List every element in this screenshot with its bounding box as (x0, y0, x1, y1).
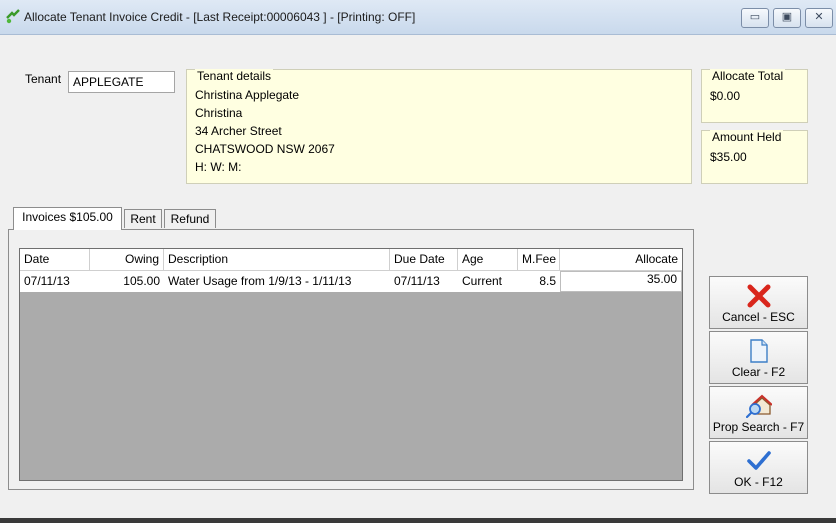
col-mfee[interactable]: M.Fee (518, 249, 560, 270)
table-row[interactable]: 07/11/13 105.00 Water Usage from 1/9/13 … (20, 271, 682, 292)
cell-age: Current (462, 274, 503, 288)
allocate-total-title: Allocate Total (710, 69, 786, 83)
grid-header: Date Owing Description Due Date Age M.Fe… (20, 249, 682, 271)
tenant-street: 34 Archer Street (195, 124, 282, 138)
col-due-date[interactable]: Due Date (390, 249, 458, 270)
cell-due-date: 07/11/13 (394, 274, 440, 288)
col-allocate[interactable]: Allocate (560, 249, 682, 270)
tenant-full-name: Christina Applegate (195, 88, 300, 102)
amount-held-title: Amount Held (710, 130, 784, 144)
tenant-suburb: CHATSWOOD NSW 2067 (195, 142, 335, 156)
col-owing[interactable]: Owing (90, 249, 164, 270)
tenant-label: Tenant (25, 72, 62, 86)
tenant-first-name: Christina (195, 106, 243, 120)
tenant-phones: H: W: M: (195, 160, 242, 174)
blank-document-icon (749, 339, 768, 363)
house-search-icon (745, 394, 772, 418)
col-description[interactable]: Description (164, 249, 390, 270)
tab-rent[interactable]: Rent (124, 209, 162, 228)
maximize-button[interactable]: ▣ (773, 8, 801, 28)
app-icon (6, 9, 20, 24)
cell-owing: 105.00 (123, 274, 160, 288)
tab-refund[interactable]: Refund (164, 209, 216, 228)
amount-held-panel: Amount Held $35.00 (701, 130, 808, 184)
col-date[interactable]: Date (20, 249, 90, 270)
allocate-total-value: $0.00 (710, 89, 741, 103)
window-title: Allocate Tenant Invoice Credit - [Last R… (24, 10, 416, 24)
tenant-details-title: Tenant details (195, 69, 274, 83)
prop-search-button-label: Prop Search - F7 (712, 420, 805, 434)
col-age[interactable]: Age (458, 249, 518, 270)
allocate-total-panel: Allocate Total $0.00 (701, 69, 808, 123)
close-button[interactable]: ✕ (805, 8, 833, 28)
tenant-input[interactable]: APPLEGATE (68, 71, 175, 93)
ok-button[interactable]: OK - F12 (709, 441, 808, 494)
ok-button-label: OK - F12 (734, 475, 783, 489)
cell-description: Water Usage from 1/9/13 - 1/11/13 (168, 274, 352, 288)
tab-invoices[interactable]: Invoices $105.00 (13, 207, 122, 230)
title-bar: Allocate Tenant Invoice Credit - [Last R… (0, 0, 836, 35)
clear-button[interactable]: Clear - F2 (709, 331, 808, 384)
clear-button-label: Clear - F2 (731, 365, 786, 379)
bottom-border (0, 518, 836, 523)
cancel-button-label: Cancel - ESC (722, 310, 795, 324)
amount-held-value: $35.00 (710, 150, 747, 164)
cell-allocate-input[interactable]: 35.00 (560, 271, 682, 292)
cancel-button[interactable]: Cancel - ESC (709, 276, 808, 329)
cancel-x-icon (747, 284, 770, 308)
tenant-details-panel: Tenant details Christina Applegate Chris… (186, 69, 692, 184)
prop-search-button[interactable]: Prop Search - F7 (709, 386, 808, 439)
minimize-button[interactable]: ▭ (741, 8, 769, 28)
checkmark-icon (746, 451, 771, 470)
cell-date: 07/11/13 (24, 274, 70, 288)
invoice-grid[interactable]: Date Owing Description Due Date Age M.Fe… (19, 248, 683, 481)
cell-mfee: 8.5 (539, 274, 556, 288)
